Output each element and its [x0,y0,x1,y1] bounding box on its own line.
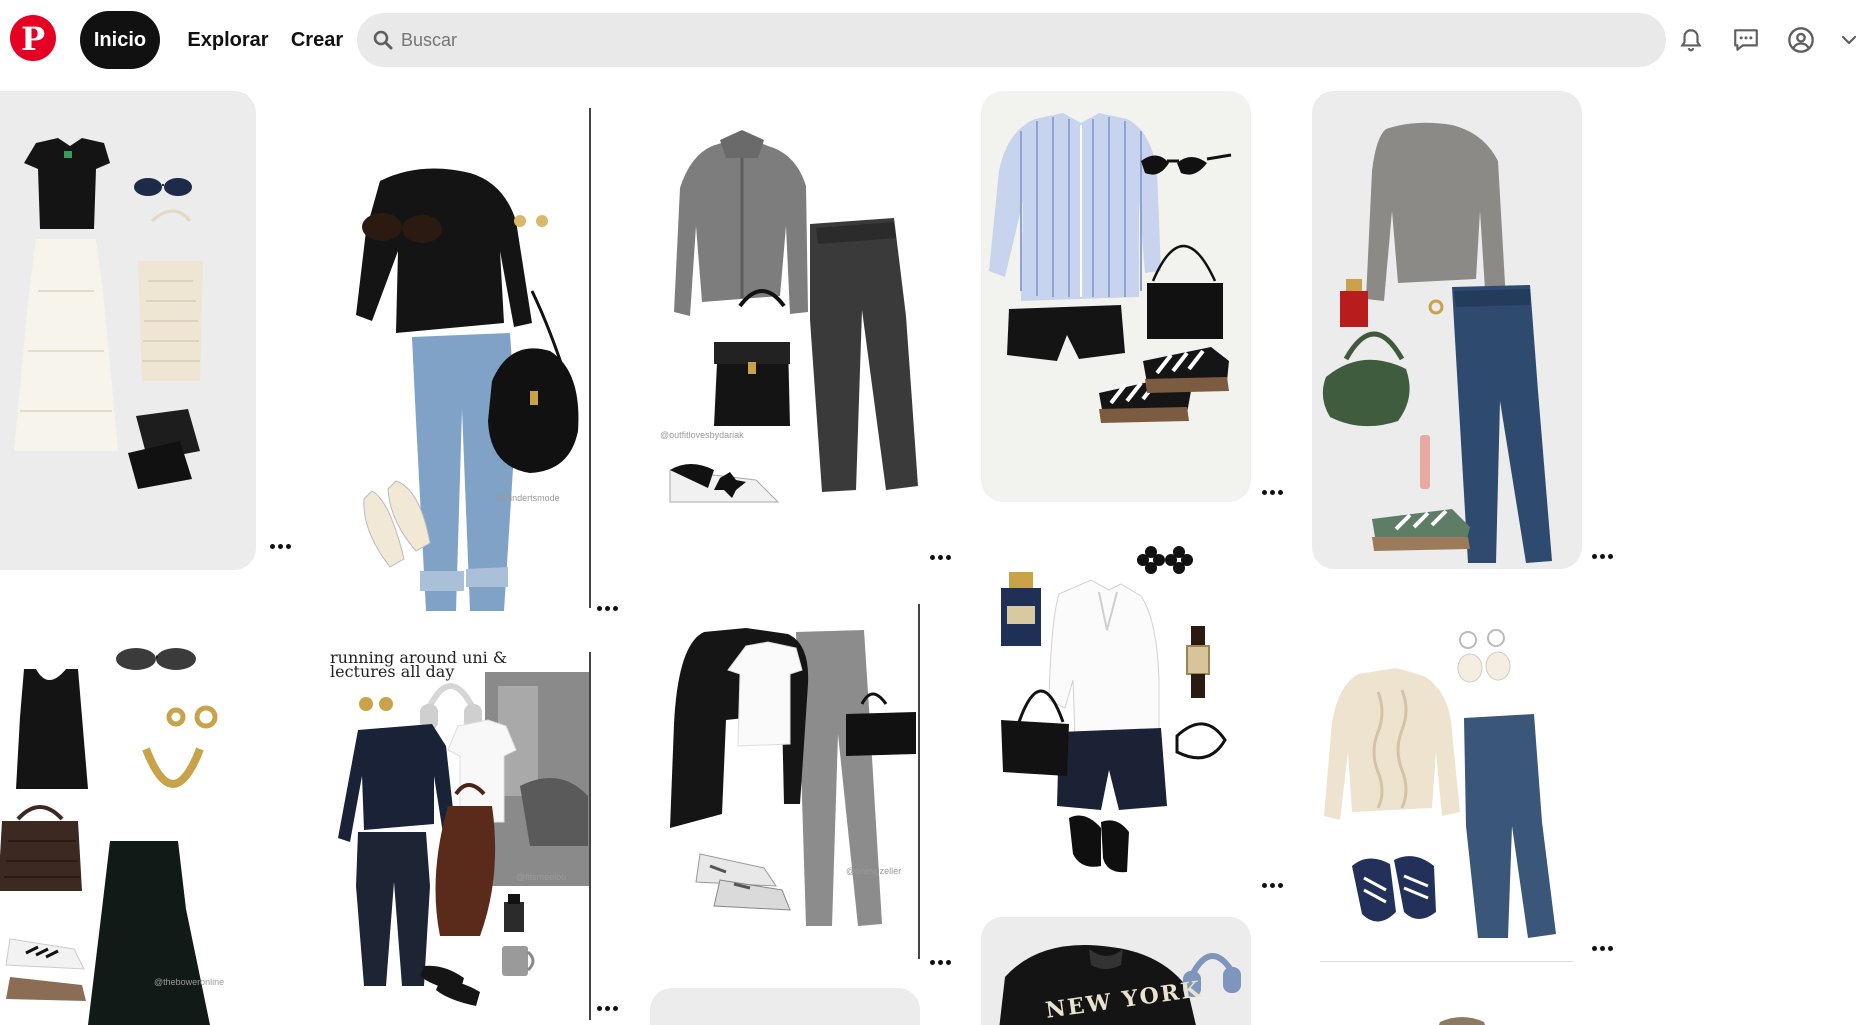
more-options-icon[interactable] [1257,875,1287,895]
pin-image [1322,122,1552,563]
pin-outfit-grey-zip-sweater[interactable]: @outfitlovesbydariak [650,106,920,526]
top-navigation-bar: P Inicio Explorar Crear [0,0,1866,80]
search-icon [373,30,393,50]
pin-image [356,168,579,611]
more-options-icon[interactable] [1587,546,1617,566]
profile-icon[interactable] [1781,20,1821,60]
pin-image [338,672,590,1006]
pin-watermark: @bindertsmode [496,493,560,503]
nav-home-tab[interactable]: Inicio [80,11,160,69]
pin-outfit-grey-sweater[interactable] [1312,91,1582,569]
pin-caption: running around uni & lectures all day [330,648,508,681]
more-options-icon[interactable] [1587,938,1617,958]
pin-divider [918,604,920,959]
pin-watermark: @fitsmeelou [516,872,567,882]
pin-watermark: @onesgzeller [846,866,902,876]
pin-divider [589,108,591,608]
search-input[interactable] [401,13,1641,67]
pin-outfit-white-skirt[interactable] [0,91,256,570]
search-bar[interactable] [357,13,1666,67]
pin-image [669,130,918,503]
more-options-icon[interactable] [925,952,955,972]
bell-icon[interactable] [1671,20,1711,60]
pin-outfit-new-york-jacket[interactable]: NEW YORK [981,917,1251,1025]
pin-watermark: @theboweronline [154,977,225,987]
pin-next-column3[interactable] [650,988,920,1025]
pin-outfit-black-sweater-jeans[interactable]: @bindertsmode [320,91,590,611]
pin-image [670,628,916,926]
pin-outfit-blue-shirt[interactable] [981,91,1251,502]
chevron-down-icon[interactable] [1836,20,1862,60]
pin-outfit-black-cardigan[interactable]: @onesgzeller [650,604,920,964]
pinterest-logo[interactable]: P [10,15,56,61]
nav-explore-tab[interactable]: Explorar [178,11,278,69]
pin-image [1001,546,1227,873]
more-options-icon[interactable] [1257,482,1287,502]
chat-icon[interactable] [1726,20,1766,60]
pin-image [1439,1017,1485,1025]
pin-outfit-cable-knit[interactable] [1312,612,1582,962]
pin-next-column5[interactable] [1312,1004,1582,1025]
more-options-icon[interactable] [925,547,955,567]
more-options-icon[interactable] [592,998,622,1018]
pin-divider [589,652,591,1020]
pin-watermark: @outfitlovesbydariak [660,430,744,440]
pin-image [0,648,218,1025]
more-options-icon[interactable] [265,536,295,556]
pin-image [1320,629,1574,962]
nav-create-tab[interactable]: Crear [288,11,346,69]
pin-outfit-uni-lectures[interactable]: running around uni & lectures all day @f… [320,646,590,1025]
pin-image [989,113,1232,423]
pin-image [14,138,203,489]
pin-outfit-black-skirt[interactable]: @theboweronline [0,619,256,1025]
more-options-icon[interactable] [592,598,622,618]
pin-outfit-white-shirt[interactable] [981,540,1251,900]
